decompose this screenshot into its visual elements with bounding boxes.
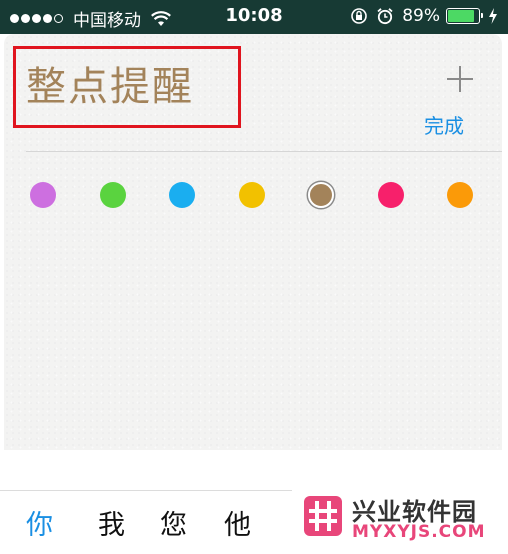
rotation-lock-icon bbox=[351, 8, 368, 24]
color-option-orange[interactable] bbox=[447, 182, 473, 208]
battery-percent: 89% bbox=[402, 6, 440, 26]
reminders-screen: 中国移动 10:08 89% 整点提醒 完成 你 我 您 他 兴业软件园 MYX… bbox=[0, 0, 508, 554]
color-picker bbox=[4, 179, 502, 211]
alarm-icon bbox=[377, 8, 393, 25]
divider bbox=[26, 151, 502, 152]
color-option-pink[interactable] bbox=[378, 182, 404, 208]
color-option-blue[interactable] bbox=[169, 182, 195, 208]
color-option-brown[interactable] bbox=[308, 182, 334, 208]
list-editor-card: 整点提醒 完成 bbox=[4, 34, 502, 450]
suggestion-item[interactable]: 他 bbox=[224, 503, 251, 542]
color-option-yellow[interactable] bbox=[239, 182, 265, 208]
charging-icon bbox=[489, 8, 497, 24]
watermark-subtitle: MYXYJS.COM bbox=[352, 522, 486, 542]
battery-icon bbox=[446, 8, 483, 24]
status-bar: 中国移动 10:08 89% bbox=[0, 0, 508, 34]
list-title[interactable]: 整点提醒 bbox=[26, 54, 194, 112]
color-option-green[interactable] bbox=[100, 182, 126, 208]
suggestion-item[interactable]: 我 bbox=[98, 503, 125, 542]
battery-fill bbox=[448, 10, 474, 22]
add-button[interactable] bbox=[442, 62, 478, 98]
keyboard-suggestions: 你 我您他 bbox=[0, 490, 292, 554]
status-right: 89% bbox=[350, 6, 498, 26]
watermark: 兴业软件园 MYXYJS.COM bbox=[304, 492, 504, 548]
watermark-logo bbox=[304, 496, 342, 536]
suggestion-item[interactable]: 你 bbox=[26, 503, 53, 542]
color-option-purple[interactable] bbox=[30, 182, 56, 208]
suggestion-item[interactable]: 您 bbox=[160, 503, 187, 542]
done-button[interactable]: 完成 bbox=[424, 110, 464, 139]
